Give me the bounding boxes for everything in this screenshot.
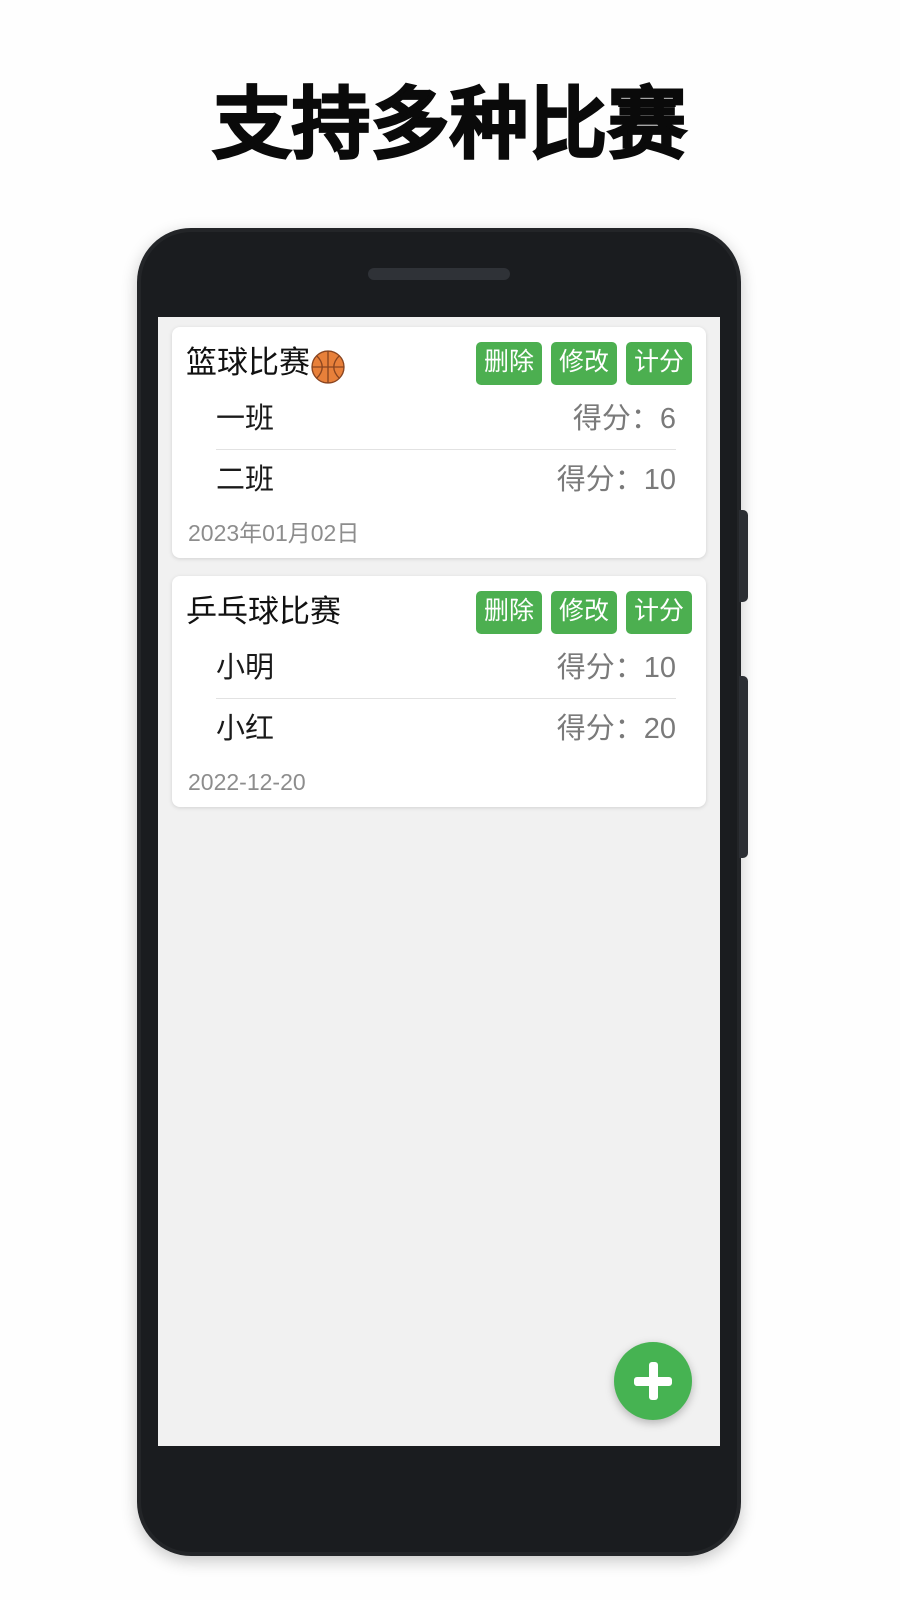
match-action-buttons: 删除 修改 计分	[475, 590, 692, 634]
participant-score: 得分：10	[556, 652, 676, 684]
delete-button[interactable]: 删除	[475, 590, 542, 634]
participant-name: 二班	[216, 464, 275, 496]
phone-frame: 篮球比赛 删除 修改 计分 一班 得分：6 二班 得分：10 2023年01月02日 乒乓…	[137, 228, 748, 1556]
participant-row: 二班 得分：10	[186, 450, 692, 510]
add-match-fab[interactable]	[614, 1342, 692, 1420]
delete-button[interactable]: 删除	[475, 341, 542, 385]
participant-score: 得分：6	[572, 403, 676, 435]
participant-name: 一班	[216, 403, 275, 435]
match-date: 2023年01月02日	[188, 520, 360, 546]
participant-row: 小明 得分：10	[186, 638, 692, 698]
participant-score: 得分：20	[556, 713, 676, 745]
score-button[interactable]: 计分	[625, 341, 692, 385]
basketball-emoji	[311, 350, 345, 384]
participant-score: 得分：10	[556, 464, 676, 496]
match-card[interactable]: 乒乓球比赛 删除 修改 计分 小明 得分：10 小红 得分：20 2022-12-20	[172, 576, 706, 807]
participant-name: 小红	[216, 713, 275, 745]
match-title: 篮球比赛	[186, 343, 345, 384]
phone-screen: 篮球比赛 删除 修改 计分 一班 得分：6 二班 得分：10 2023年01月02日 乒乓…	[158, 317, 720, 1446]
participant-name: 小明	[216, 652, 275, 684]
match-date: 2022-12-20	[188, 769, 306, 795]
match-card-header: 乒乓球比赛 删除 修改 计分	[186, 590, 692, 634]
page-title: 支持多种比赛	[212, 79, 687, 169]
power-button[interactable]	[739, 510, 748, 602]
earpiece-speaker	[368, 268, 510, 280]
participant-rows: 小明 得分：10 小红 得分：20	[186, 638, 692, 759]
match-title: 乒乓球比赛	[186, 592, 341, 632]
edit-button[interactable]: 修改	[550, 341, 617, 385]
participant-row: 小红 得分：20	[186, 699, 692, 759]
participant-row: 一班 得分：6	[186, 389, 692, 449]
match-card-list: 篮球比赛 删除 修改 计分 一班 得分：6 二班 得分：10 2023年01月02日 乒乓…	[158, 317, 720, 825]
edit-button[interactable]: 修改	[550, 590, 617, 634]
match-card-header: 篮球比赛 删除 修改 计分	[186, 341, 692, 385]
match-title-text: 篮球比赛	[186, 345, 310, 380]
score-button[interactable]: 计分	[625, 590, 692, 634]
match-card[interactable]: 篮球比赛 删除 修改 计分 一班 得分：6 二班 得分：10 2023年01月02日	[172, 327, 706, 558]
match-title-text: 乒乓球比赛	[186, 594, 341, 629]
match-action-buttons: 删除 修改 计分	[475, 341, 692, 385]
plus-icon	[648, 1362, 658, 1400]
participant-rows: 一班 得分：6 二班 得分：10	[186, 389, 692, 510]
volume-button[interactable]	[739, 676, 748, 858]
